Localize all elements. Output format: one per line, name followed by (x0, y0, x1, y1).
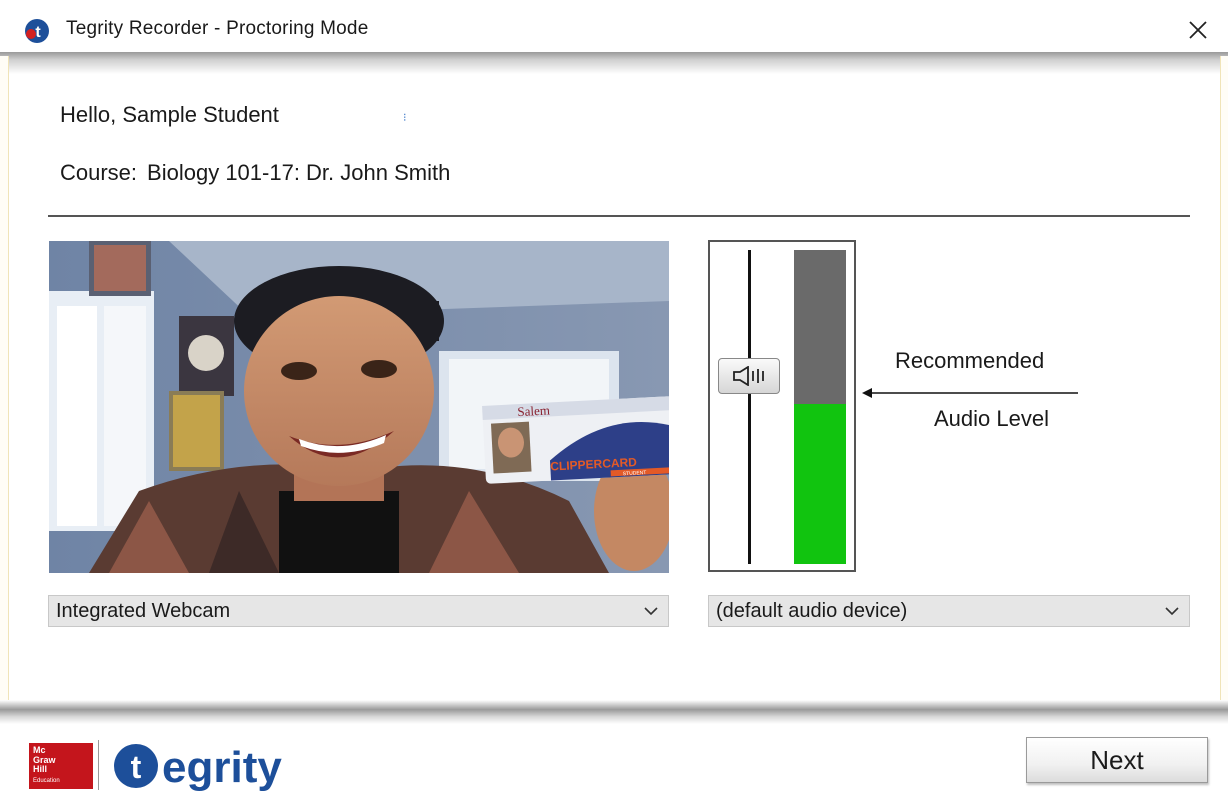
card-school: Salem (517, 402, 550, 419)
title-bar: t Tegrity Recorder - Proctoring Mode (0, 0, 1228, 56)
mcgraw-hill-logo: Mc Graw Hill Education (29, 743, 93, 789)
chevron-down-icon (1155, 606, 1189, 616)
window-title: Tegrity Recorder - Proctoring Mode (66, 18, 369, 39)
footer-shadow (0, 700, 1228, 724)
audio-level-label: Audio Level (934, 406, 1049, 431)
header-divider (48, 215, 1190, 217)
tegrity-logo-text: egrity (162, 743, 282, 792)
webcam-preview: Salem CLIPPERCARD STUDENT (49, 241, 669, 573)
audio-level-panel (708, 240, 856, 572)
close-button[interactable] (1182, 14, 1214, 46)
webcam-image: Salem CLIPPERCARD STUDENT (49, 241, 669, 573)
svg-text:t: t (131, 749, 142, 785)
greeting-text: Hello, Sample Student (60, 102, 279, 127)
close-icon (1189, 21, 1207, 39)
svg-text:t: t (35, 24, 41, 41)
speaker-icon (733, 366, 764, 386)
audio-device-select-value: (default audio device) (716, 599, 908, 622)
footer-logo-separator (98, 740, 99, 790)
next-button[interactable]: Next (1026, 737, 1208, 783)
audio-level-meter (794, 250, 846, 564)
course-label: Course: (60, 160, 138, 185)
window-left-edge (0, 56, 9, 706)
tegrity-logo: t egrity (114, 743, 282, 792)
tegrity-t-icon: t (25, 19, 49, 43)
course-line: Course: Biology 101-17: Dr. John Smith (60, 160, 450, 186)
recommended-label: Recommended (895, 348, 1045, 373)
webcam-select-value: Integrated Webcam (56, 599, 231, 622)
volume-slider-track[interactable] (748, 250, 751, 564)
window-right-edge (1220, 56, 1228, 706)
audio-device-select[interactable]: (default audio device) (708, 595, 1190, 627)
volume-slider-handle[interactable] (718, 358, 780, 394)
separator-dot: ⁝ (403, 112, 407, 124)
header-shadow (0, 52, 1228, 74)
audio-level-fill (794, 403, 846, 564)
chevron-down-icon (634, 606, 668, 616)
course-value: Biology 101-17: Dr. John Smith (147, 160, 451, 185)
card-sub: STUDENT (623, 470, 647, 477)
webcam-select[interactable]: Integrated Webcam (48, 595, 669, 627)
recommended-arrow (862, 388, 1078, 398)
